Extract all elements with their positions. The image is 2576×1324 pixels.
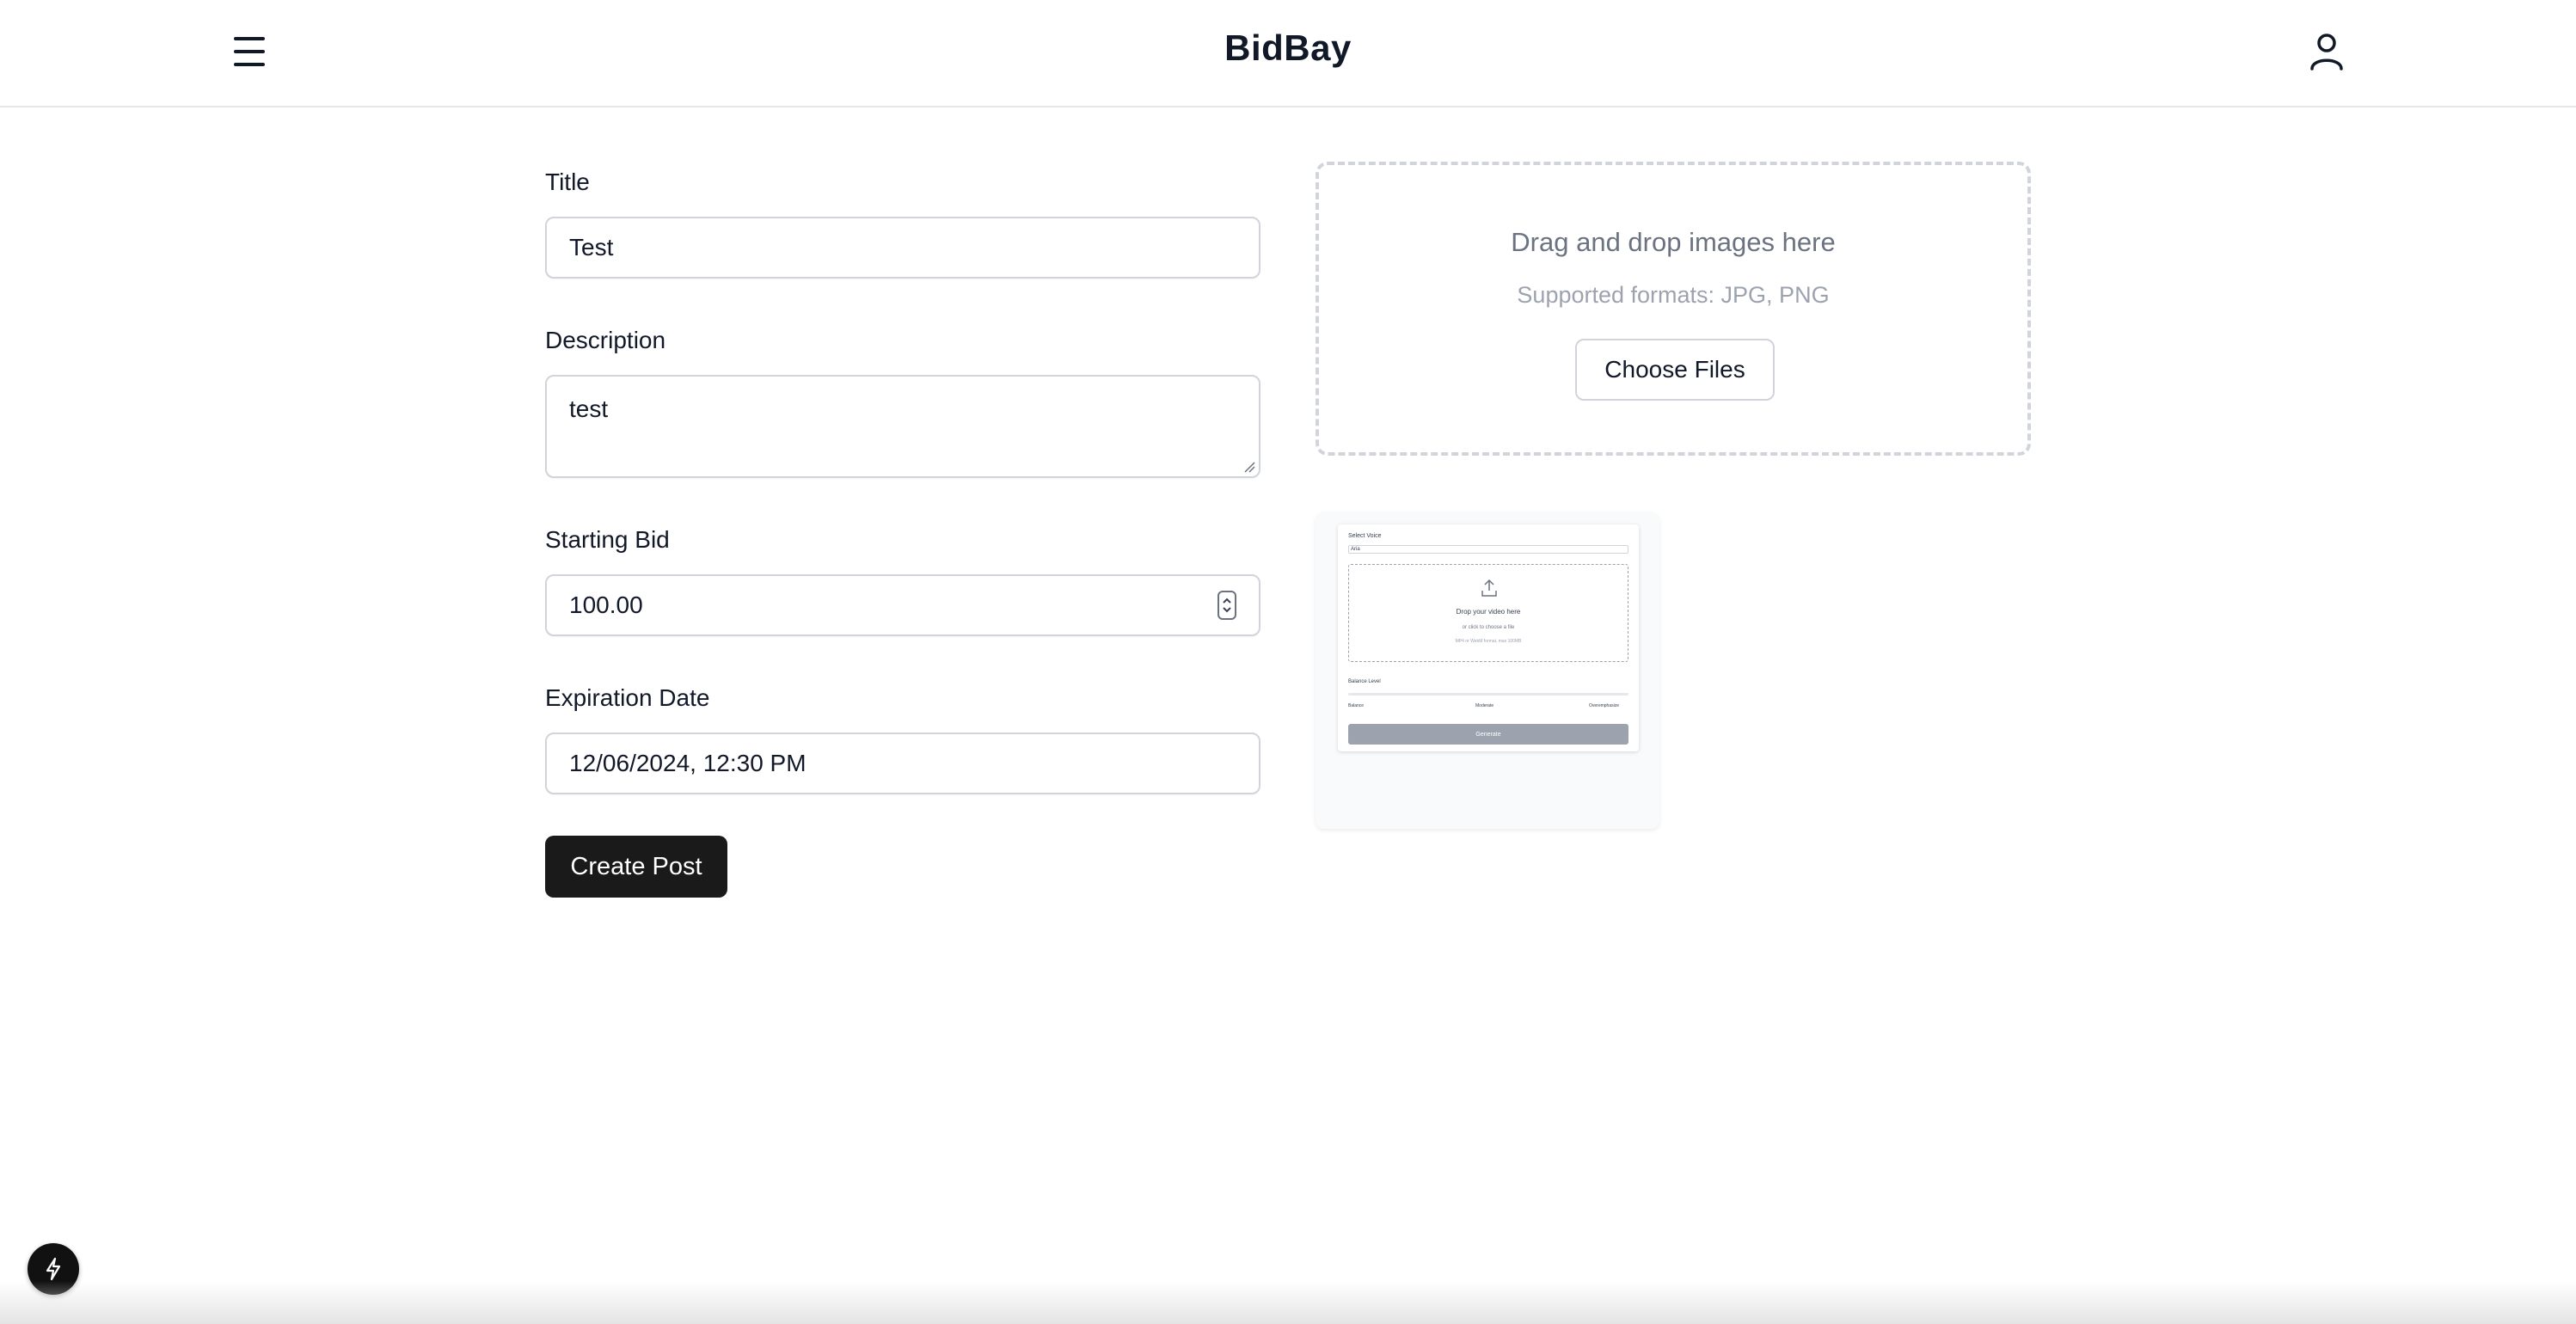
starting-bid-input[interactable]: 100.00 xyxy=(545,574,1260,636)
create-post-button[interactable]: Create Post xyxy=(545,836,727,898)
expiration-date-value: 12/06/2024, 12:30 PM xyxy=(569,750,807,776)
preview-slider-right: Overemphasize xyxy=(1589,703,1620,708)
number-stepper-icon[interactable] xyxy=(1217,591,1236,620)
dropzone-formats: Supported formats: JPG, PNG xyxy=(1517,282,1830,308)
preview-generate-button: Generate xyxy=(1348,724,1628,745)
brand-title[interactable]: BidBay xyxy=(0,28,2576,69)
choose-files-button[interactable]: Choose Files xyxy=(1575,339,1775,401)
preview-drop-sub: or click to choose a file xyxy=(1462,625,1515,630)
top-navbar: BidBay xyxy=(0,0,2576,107)
preview-slider-left: Balance xyxy=(1348,703,1365,708)
preview-drop-title: Drop your video here xyxy=(1456,608,1521,616)
description-label: Description xyxy=(545,327,666,353)
preview-slider-label: Balance Level xyxy=(1348,679,1381,684)
expiration-date-input[interactable]: 12/06/2024, 12:30 PM xyxy=(545,732,1260,794)
resize-grip-icon[interactable] xyxy=(1243,461,1255,473)
title-label: Title xyxy=(545,169,590,195)
preview-drop-hint: MP4 or WebM format, max 100MB xyxy=(1455,639,1522,644)
starting-bid-value: 100.00 xyxy=(569,592,643,618)
user-icon[interactable] xyxy=(2304,29,2349,74)
image-dropzone[interactable]: Drag and drop images here Supported form… xyxy=(1316,162,2031,456)
uploaded-image-preview[interactable]: Select Voice Aria Drop your video here o… xyxy=(1316,512,1659,829)
preview-slider-mid: Moderate xyxy=(1475,703,1494,708)
title-input[interactable]: Test xyxy=(545,217,1260,279)
preview-generate-label: Generate xyxy=(1475,731,1501,738)
preview-dropzone: Drop your video here or click to choose … xyxy=(1348,564,1628,662)
preview-select-label: Select Voice xyxy=(1348,533,1382,539)
preview-slider xyxy=(1348,693,1628,696)
dropzone-title: Drag and drop images here xyxy=(1511,227,1836,257)
upload-icon xyxy=(1481,579,1497,597)
preview-image: Select Voice Aria Drop your video here o… xyxy=(1338,524,1639,751)
starting-bid-label: Starting Bid xyxy=(545,526,670,553)
expiration-date-label: Expiration Date xyxy=(545,684,710,711)
description-textarea-value: test xyxy=(569,395,609,422)
description-textarea[interactable]: test xyxy=(545,375,1260,478)
bottom-shadow xyxy=(0,1281,2576,1324)
preview-select: Aria xyxy=(1348,545,1628,554)
title-input-value: Test xyxy=(569,234,614,261)
